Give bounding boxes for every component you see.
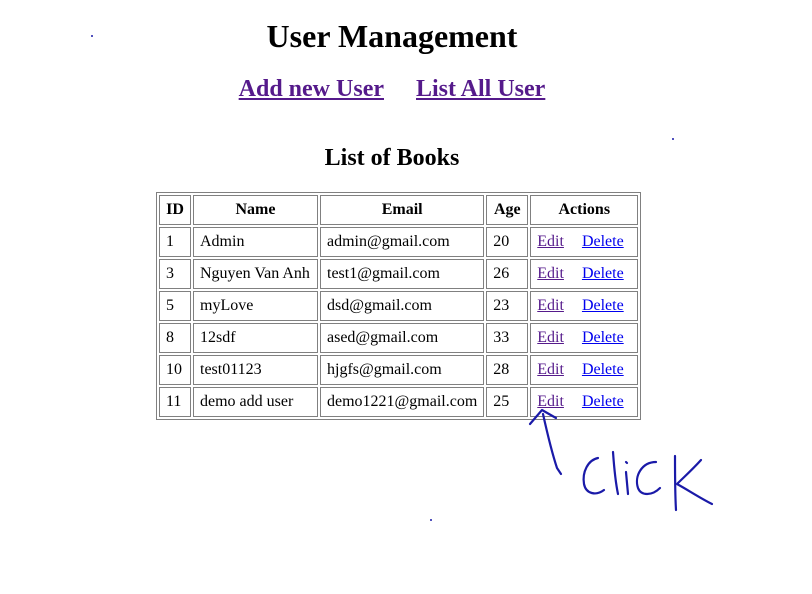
handwriting-l	[611, 450, 620, 496]
handwriting-i-dot	[624, 460, 629, 465]
handwriting-c2	[635, 460, 662, 496]
handwriting-k-arms	[675, 458, 714, 506]
arrow-shaft	[541, 412, 563, 476]
handwriting-k-stem	[673, 454, 678, 512]
handwriting-c1	[582, 456, 606, 495]
handwritten-click-annotation	[528, 408, 714, 512]
handwriting-i	[624, 470, 630, 496]
